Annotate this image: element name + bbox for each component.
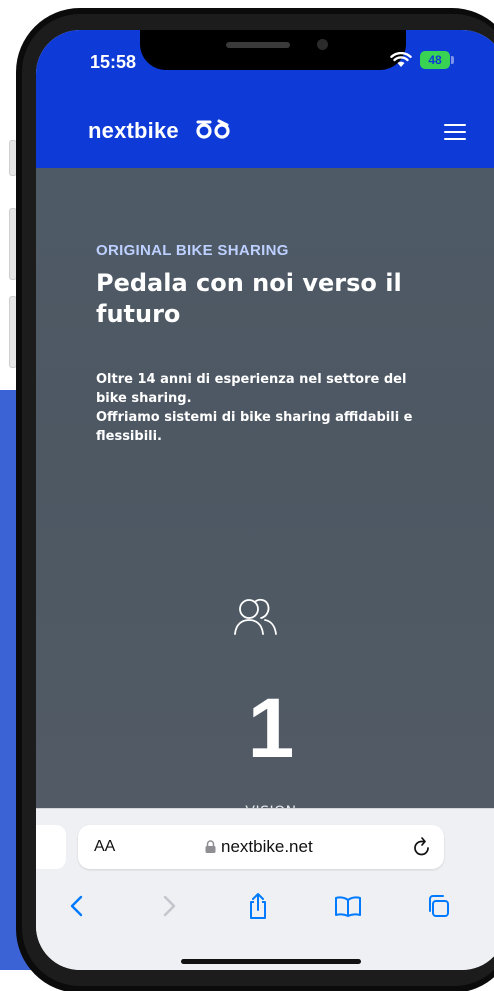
hero-headline: Pedala con noi verso il futuro [96, 269, 402, 328]
share-icon[interactable] [243, 891, 273, 921]
wifi-icon [390, 52, 412, 67]
speaker-grille [226, 42, 290, 48]
phone-screen: 15:58 48 nextbike ORIGINAL BIKE SHARING … [36, 30, 494, 970]
hero-eyebrow: ORIGINAL BIKE SHARING [96, 242, 289, 259]
front-camera [317, 39, 328, 50]
safari-bottom-bar: AA nextbike.net [36, 808, 494, 970]
url-text[interactable]: nextbike.net [221, 837, 313, 857]
status-bar: 15:58 48 [36, 30, 494, 88]
battery-icon: 48 [420, 51, 450, 69]
stat-number: 1 [247, 681, 295, 775]
people-icon [234, 598, 277, 635]
previous-tab-preview[interactable] [36, 825, 66, 869]
back-icon[interactable] [62, 891, 92, 921]
battery-tip [451, 56, 454, 64]
hero-description-line-2: Offriamo sistemi di bike sharing affidab… [96, 410, 413, 444]
page: 15:58 48 nextbike ORIGINAL BIKE SHARING … [0, 0, 494, 991]
forward-icon[interactable] [154, 891, 184, 921]
bookmarks-icon[interactable] [333, 891, 363, 921]
status-time: 15:58 [90, 52, 137, 72]
address-bar[interactable]: AA nextbike.net [78, 825, 444, 869]
hero-description-line-1: Oltre 14 anni di esperienza nel settore … [96, 372, 407, 406]
hero-description: Oltre 14 anni di esperienza nel settore … [96, 370, 436, 446]
hero-section: ORIGINAL BIKE SHARING Pedala con noi ver… [36, 168, 494, 820]
notch [140, 30, 406, 70]
reload-icon[interactable] [412, 836, 432, 858]
hamburger-menu-icon[interactable] [444, 124, 466, 140]
brand-logo-text[interactable]: nextbike [88, 118, 179, 144]
lock-icon [205, 840, 216, 853]
bike-logo-icon [196, 119, 230, 139]
tabs-icon[interactable] [424, 891, 454, 921]
home-indicator[interactable] [181, 959, 361, 964]
site-header: nextbike [36, 88, 494, 168]
text-size-button[interactable]: AA [94, 838, 115, 856]
